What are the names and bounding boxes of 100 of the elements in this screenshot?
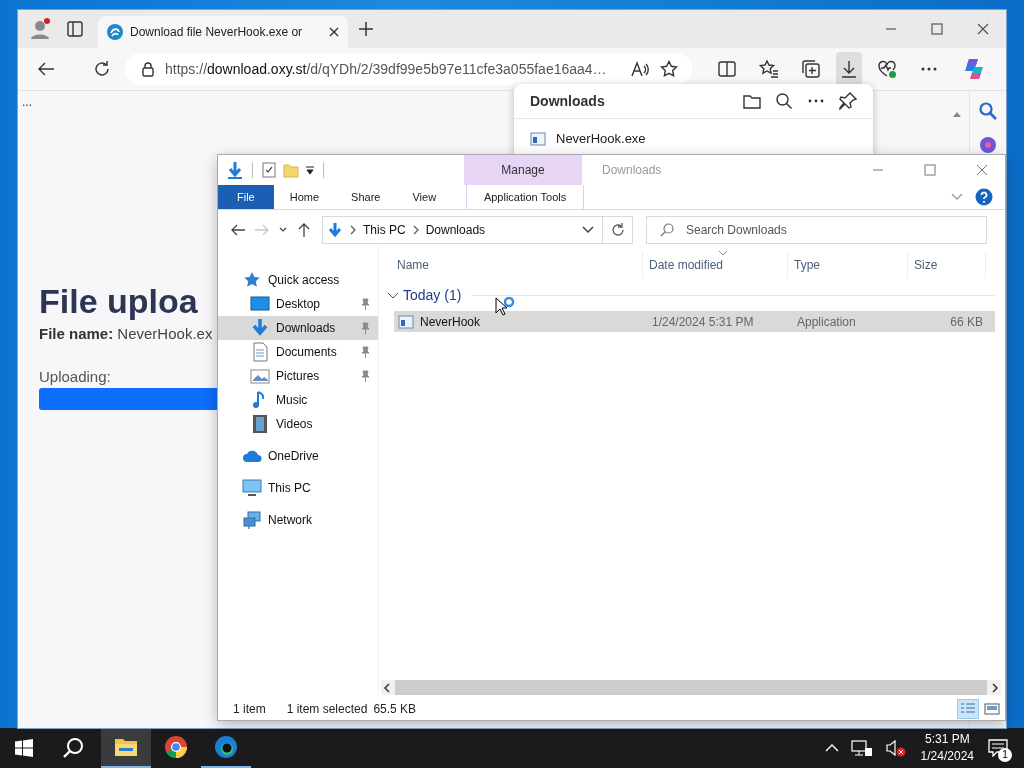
downloads-folder-icon[interactable] [226, 161, 244, 179]
nav-item[interactable]: Network [218, 508, 378, 532]
favorite-star-icon[interactable] [660, 60, 678, 78]
browser-tab[interactable]: Download file NeverHook.exe or [98, 16, 348, 48]
download-icon [839, 59, 859, 79]
breadcrumb-item[interactable]: This PC [363, 223, 406, 237]
tray-caret-icon[interactable] [824, 743, 839, 753]
network-icon[interactable] [850, 739, 873, 757]
column-header[interactable]: Size [908, 252, 986, 278]
chevron-icon [349, 225, 357, 235]
muted-volume-icon[interactable] [884, 739, 907, 757]
document-icon [250, 342, 270, 362]
table-cell: NeverHook [420, 314, 481, 329]
properties-icon[interactable] [261, 162, 277, 178]
notification-badge: 1 [998, 748, 1012, 762]
help-icon[interactable] [975, 188, 993, 206]
film-icon [250, 414, 270, 434]
dropdown-caret-icon[interactable] [582, 226, 594, 234]
table-cell: 66 KB [950, 314, 983, 329]
nav-item[interactable]: Downloads [218, 316, 378, 340]
nav-item[interactable]: OneDrive [218, 444, 378, 468]
sort-caret-icon [718, 250, 728, 256]
customize-caret-icon[interactable] [305, 165, 315, 175]
expand-ribbon-icon[interactable] [951, 193, 963, 201]
scroll-up-icon[interactable] [952, 110, 962, 118]
url-text: https://download.oxy.st/d/qYDh/2/39df99e5b97e11cfe3a055fae16aa4… [165, 61, 608, 77]
desktop-icon [250, 294, 270, 314]
column-header[interactable]: Date modified [643, 252, 788, 278]
refresh-button[interactable] [603, 216, 633, 244]
folder-icon[interactable] [743, 93, 761, 109]
list-view-icon [960, 701, 976, 716]
nav-item[interactable]: Quick access [218, 268, 378, 292]
column-header[interactable]: Name [381, 252, 643, 278]
close-icon[interactable] [328, 26, 340, 38]
computer-icon [242, 478, 262, 498]
scroll-right-icon [991, 682, 999, 693]
browser-icon [214, 735, 238, 759]
nav-item[interactable]: Pictures [218, 364, 378, 388]
refresh-icon [610, 223, 625, 237]
nav-item[interactable]: This PC [218, 476, 378, 500]
downloads-folder-icon [327, 222, 343, 238]
network-icon [242, 510, 262, 530]
scroll-left-icon [383, 682, 391, 693]
refresh-icon[interactable] [92, 59, 112, 79]
taskbar-app-button[interactable] [101, 728, 151, 768]
back-icon[interactable] [230, 222, 246, 238]
ribbon-tab[interactable]: Home [273, 185, 336, 209]
nav-item[interactable]: Videos [218, 412, 378, 436]
nav-item[interactable]: Documents [218, 340, 378, 364]
group-header[interactable]: Today (1) [387, 287, 462, 303]
page-heading: File uploa [39, 281, 198, 321]
up-icon[interactable] [296, 222, 312, 238]
maximize-icon[interactable] [931, 23, 943, 35]
notifications-icon[interactable] [988, 739, 1008, 757]
file-name-text: File name: NeverHook.ex [39, 325, 213, 342]
new-tab-icon[interactable] [358, 21, 374, 37]
horizontal-scrollbar[interactable] [381, 680, 1001, 695]
favorites-icon[interactable] [759, 59, 779, 79]
clock-date[interactable]: 1/24/2024 [920, 748, 974, 765]
column-header[interactable]: Type [788, 252, 908, 278]
panel-title: Downloads [530, 93, 605, 109]
application-file-icon [530, 131, 546, 146]
search-icon[interactable] [775, 92, 793, 110]
ribbon-tab[interactable]: File [218, 185, 274, 209]
search-field[interactable]: Search Downloads [646, 216, 987, 244]
tab-title: Download file NeverHook.exe or [130, 25, 304, 39]
ribbon-tab[interactable]: Application Tools [466, 185, 585, 209]
search-icon[interactable] [62, 737, 84, 759]
address-bar[interactable]: https://download.oxy.st/d/qYDh/2/39df99e5b97e11cfe3a055fae16aa4… [125, 53, 692, 85]
health-icon[interactable] [877, 59, 897, 79]
ribbon-tab[interactable]: Share [335, 185, 397, 209]
table-cell: 1/24/2024 5:31 PM [652, 314, 754, 329]
status-text: 65.5 KB [373, 701, 417, 716]
nav-item[interactable]: Desktop [218, 292, 378, 316]
profile-icon[interactable] [28, 17, 52, 41]
breadcrumb-item[interactable]: Downloads [425, 223, 486, 237]
collections-icon[interactable] [801, 59, 821, 79]
status-text: 1 item selected [286, 701, 368, 716]
nav-item[interactable]: Music [218, 388, 378, 412]
address-field[interactable]: This PC Downloads [322, 216, 603, 244]
ellipsis-text: ... [22, 97, 32, 107]
uploading-label: Uploading: [39, 368, 111, 385]
read-aloud-icon[interactable] [630, 60, 650, 78]
window-title: Downloads [602, 163, 662, 177]
application-file-icon [398, 314, 414, 329]
ribbon-tab[interactable]: View [396, 185, 453, 209]
file-row[interactable]: NeverHook 1/24/2024 5:31 PM Application 66 KB [394, 311, 995, 332]
close-icon[interactable] [977, 23, 989, 35]
maximize-icon[interactable] [924, 164, 936, 176]
start-icon[interactable] [15, 739, 33, 757]
downloads-button[interactable] [836, 52, 862, 86]
site-icon [106, 23, 124, 41]
download-arrow-icon [250, 318, 270, 338]
file-name[interactable]: NeverHook.exe [556, 131, 646, 146]
tab-actions-icon[interactable] [66, 20, 84, 38]
pin-icon[interactable] [839, 92, 857, 110]
split-screen-icon[interactable] [717, 59, 737, 79]
clock-time[interactable]: 5:31 PM [924, 731, 970, 748]
chevron-icon [411, 225, 420, 235]
table-cell: Application [797, 314, 856, 329]
